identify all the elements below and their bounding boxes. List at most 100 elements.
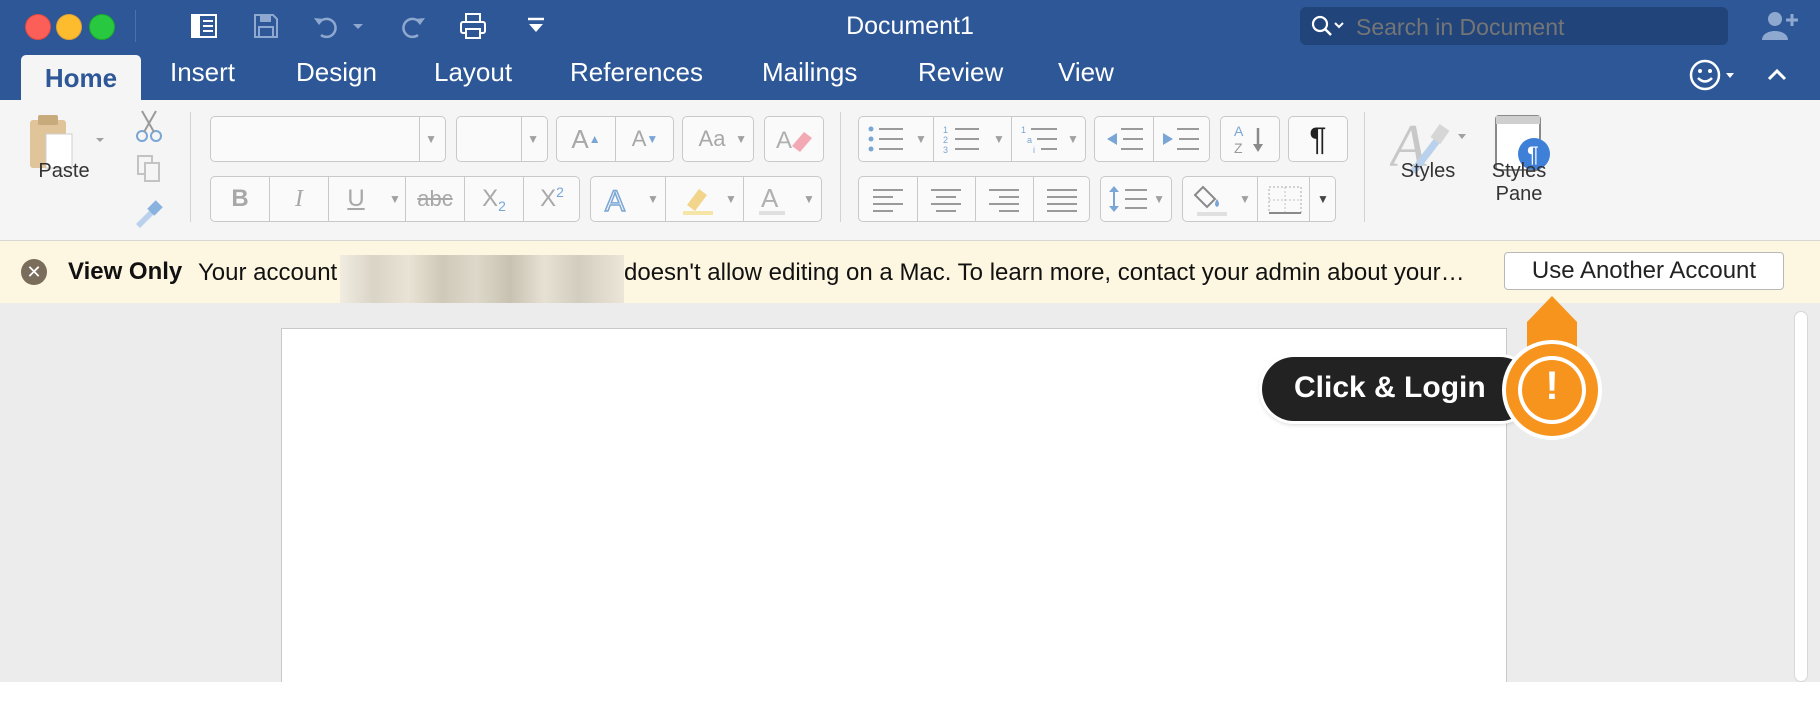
superscript-glyph: X bbox=[540, 185, 557, 212]
alignment-group bbox=[858, 176, 1090, 222]
use-another-account-button[interactable]: Use Another Account bbox=[1504, 252, 1784, 290]
bold-button[interactable]: B bbox=[211, 177, 269, 221]
numbering-icon[interactable]: 123 bbox=[943, 125, 983, 155]
title-bar: Document1 Home Insert Design Layout Refe… bbox=[0, 0, 1820, 100]
underline-options-chevron-down-icon[interactable]: ▼ bbox=[389, 192, 401, 206]
sidebar-toggle-icon[interactable] bbox=[188, 9, 220, 43]
ribbon-separator bbox=[1364, 112, 1365, 222]
shading-bucket-icon[interactable] bbox=[1193, 181, 1233, 219]
svg-text:1: 1 bbox=[943, 125, 948, 135]
line-spacing-icon[interactable]: ▼ bbox=[1100, 176, 1172, 222]
highlight-marker-icon[interactable] bbox=[677, 183, 717, 217]
tab-design[interactable]: Design bbox=[296, 57, 377, 88]
font-effects-group: A ▼ ▼ A ▼ bbox=[590, 176, 822, 222]
list-group: ▼ 123 ▼ 1ai ▼ bbox=[858, 116, 1086, 162]
vertical-scrollbar[interactable] bbox=[1794, 311, 1808, 682]
subscript-glyph: X bbox=[482, 185, 499, 212]
strikethrough-button[interactable]: abc bbox=[406, 177, 464, 221]
undo-dropdown-chevron-down-icon[interactable] bbox=[348, 9, 368, 43]
increase-font-size-icon[interactable]: A ▲ bbox=[557, 117, 615, 161]
svg-text:i: i bbox=[1033, 145, 1035, 153]
tab-layout[interactable]: Layout bbox=[434, 57, 512, 88]
decrease-font-size-icon[interactable]: A ▼ bbox=[616, 117, 674, 161]
styles-pane-label[interactable]: Styles Pane bbox=[1478, 160, 1560, 206]
font-color-icon[interactable]: A bbox=[753, 181, 793, 219]
subscript-button[interactable]: X2 bbox=[465, 177, 523, 221]
tab-view[interactable]: View bbox=[1058, 57, 1114, 88]
undo-icon[interactable] bbox=[310, 9, 342, 43]
svg-text:a: a bbox=[1027, 135, 1032, 145]
click-login-callout: Click & Login bbox=[1262, 357, 1532, 421]
svg-text:3: 3 bbox=[943, 145, 948, 153]
save-icon[interactable] bbox=[250, 9, 282, 43]
tab-review[interactable]: Review bbox=[918, 57, 1003, 88]
cut-scissors-icon[interactable] bbox=[134, 108, 164, 144]
word-window: Document1 Home Insert Design Layout Refe… bbox=[0, 0, 1820, 682]
borders-dropdown-chevron-down-icon[interactable]: ▼ bbox=[1317, 192, 1329, 206]
tab-insert[interactable]: Insert bbox=[170, 57, 235, 88]
change-case-icon[interactable]: Aa ▼ bbox=[682, 116, 754, 162]
shading-borders-group: ▼ ▼ bbox=[1182, 176, 1336, 222]
align-right-icon[interactable] bbox=[987, 187, 1021, 213]
clear-formatting-eraser-icon[interactable]: A bbox=[764, 116, 824, 162]
titlebar-divider bbox=[135, 10, 136, 42]
ribbon-separator bbox=[190, 112, 191, 222]
svg-text:Z: Z bbox=[1234, 140, 1243, 156]
message-text-start: Your account bbox=[198, 259, 338, 286]
svg-text:A: A bbox=[776, 127, 792, 154]
search-input[interactable] bbox=[1356, 14, 1716, 41]
redacted-account-name bbox=[340, 255, 624, 303]
close-window-button[interactable] bbox=[25, 14, 51, 40]
svg-text:A: A bbox=[1234, 123, 1244, 139]
superscript-small: 2 bbox=[556, 184, 564, 200]
show-formatting-marks-pilcrow-icon[interactable]: ¶ bbox=[1288, 116, 1348, 162]
underline-button[interactable]: U bbox=[329, 177, 383, 221]
view-only-close-icon[interactable]: ✕ bbox=[21, 259, 47, 285]
warning-pin-icon: ! bbox=[1497, 292, 1607, 452]
share-add-person-icon[interactable] bbox=[1760, 8, 1800, 42]
multilevel-list-icon[interactable]: 1ai bbox=[1021, 125, 1061, 155]
paste-label: Paste bbox=[38, 160, 90, 182]
font-size-dropdown[interactable]: ▼ bbox=[456, 116, 548, 162]
font-grow-shrink-group: A ▲ A ▼ bbox=[556, 116, 674, 162]
callout-text: Click & Login bbox=[1294, 371, 1486, 404]
message-text-end: doesn't allow editing on a Mac. To learn… bbox=[624, 259, 1465, 286]
ribbon-separator bbox=[840, 112, 841, 222]
feedback-smiley-icon[interactable] bbox=[1686, 58, 1736, 92]
format-painter-brush-icon[interactable] bbox=[132, 198, 164, 230]
italic-button[interactable]: I bbox=[270, 177, 328, 221]
superscript-button[interactable]: X2 bbox=[524, 177, 580, 221]
styles-pane-label-line2: Pane bbox=[1495, 183, 1543, 205]
decrease-indent-icon[interactable] bbox=[1105, 125, 1145, 153]
redo-icon[interactable] bbox=[397, 9, 429, 43]
search-box[interactable] bbox=[1300, 7, 1728, 45]
sort-az-icon[interactable]: AZ bbox=[1220, 116, 1280, 162]
bullets-icon[interactable] bbox=[867, 125, 907, 153]
styles-pane-label-line1: Styles bbox=[1491, 160, 1547, 182]
print-icon[interactable] bbox=[457, 9, 489, 43]
align-left-icon[interactable] bbox=[871, 187, 905, 213]
text-effects-icon[interactable]: A bbox=[601, 183, 641, 219]
increase-indent-icon[interactable] bbox=[1161, 125, 1201, 153]
justify-icon[interactable] bbox=[1045, 187, 1079, 213]
search-icon bbox=[1311, 15, 1344, 36]
indent-group bbox=[1094, 116, 1210, 162]
collapse-ribbon-chevron-up-icon[interactable] bbox=[1763, 62, 1791, 88]
align-center-icon[interactable] bbox=[929, 187, 963, 213]
customize-toolbar-icon[interactable] bbox=[520, 9, 552, 43]
tab-references[interactable]: References bbox=[570, 57, 703, 88]
view-only-status: View Only bbox=[68, 258, 183, 285]
svg-text:A: A bbox=[761, 183, 779, 213]
subscript-small: 2 bbox=[498, 198, 506, 214]
svg-text:A: A bbox=[605, 185, 625, 215]
copy-icon[interactable] bbox=[134, 152, 164, 184]
svg-text:1: 1 bbox=[1021, 125, 1026, 135]
tab-home[interactable]: Home bbox=[21, 55, 141, 100]
warning-exclamation-mark: ! bbox=[1545, 364, 1559, 408]
maximize-window-button[interactable] bbox=[89, 14, 115, 40]
tab-mailings[interactable]: Mailings bbox=[762, 57, 857, 88]
borders-grid-icon[interactable] bbox=[1267, 185, 1303, 215]
font-style-group: B I U ▼ abc X2 X2 bbox=[210, 176, 580, 222]
font-name-dropdown[interactable]: ▼ bbox=[210, 116, 446, 162]
minimize-window-button[interactable] bbox=[56, 14, 82, 40]
